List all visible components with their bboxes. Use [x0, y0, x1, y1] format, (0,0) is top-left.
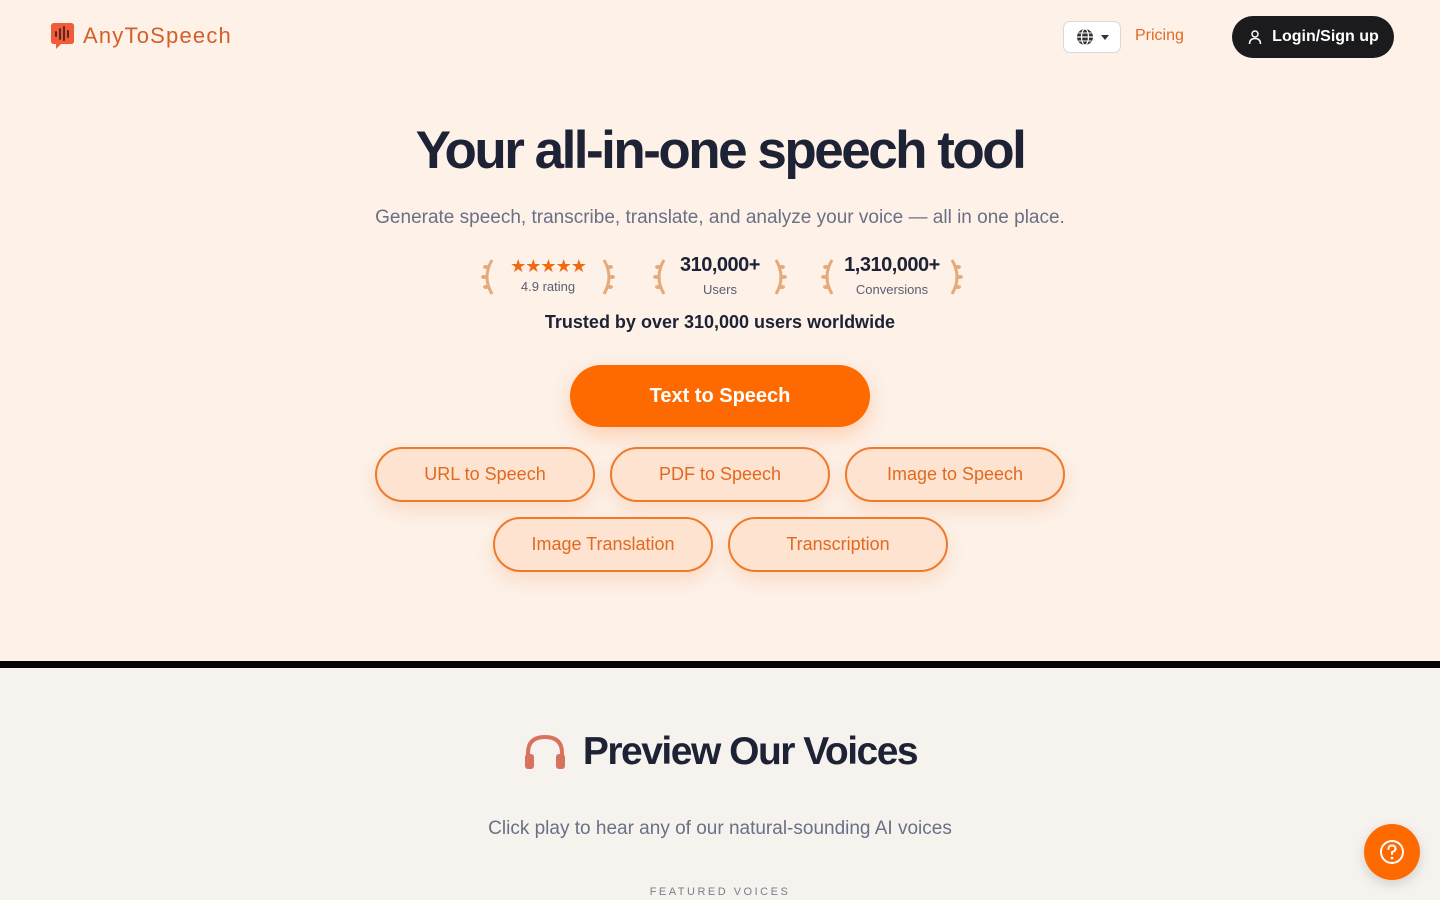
- section-divider: [0, 661, 1440, 668]
- users-stat: 310,000+ Users: [652, 254, 788, 300]
- login-label: Login/Sign up: [1272, 28, 1379, 45]
- voices-heading: Preview Our Voices: [0, 730, 1440, 774]
- pricing-link[interactable]: Pricing: [1135, 27, 1184, 45]
- login-signup-button[interactable]: Login/Sign up: [1232, 16, 1394, 58]
- laurel-icon: [602, 259, 615, 295]
- brand-logo[interactable]: AnyToSpeech: [50, 22, 232, 50]
- chevron-down-icon: [1100, 34, 1109, 40]
- hero-subtitle: Generate speech, transcribe, translate, …: [375, 207, 1065, 228]
- image-translation-button[interactable]: Image Translation: [493, 517, 713, 572]
- featured-voices-label: FEATURED VOICES: [649, 886, 791, 898]
- conversions-label: Conversions: [855, 282, 929, 297]
- globe-icon: [1076, 28, 1093, 46]
- language-selector[interactable]: [1063, 21, 1121, 53]
- transcription-button[interactable]: Transcription: [728, 517, 948, 572]
- rating-label: 4.9 rating: [520, 279, 576, 294]
- laurel-icon: [774, 259, 787, 295]
- users-label: Users: [703, 282, 737, 297]
- rating-stat: ★★★★★ 4.9 rating: [480, 254, 616, 300]
- users-value: 310,000+: [680, 254, 760, 276]
- url-to-speech-button[interactable]: URL to Speech: [375, 447, 595, 502]
- user-icon: [1248, 30, 1262, 45]
- help-icon: [1380, 840, 1404, 864]
- text-to-speech-button[interactable]: Text to Speech: [570, 365, 870, 427]
- voices-title: Preview Our Voices: [582, 730, 919, 773]
- star-icons: ★★★★★: [510, 256, 587, 276]
- hero-title: Your all-in-one speech tool: [415, 121, 1027, 180]
- image-to-speech-button[interactable]: Image to Speech: [845, 447, 1065, 502]
- help-button[interactable]: [1364, 824, 1420, 880]
- logo-icon: [51, 23, 74, 49]
- pdf-to-speech-button[interactable]: PDF to Speech: [610, 447, 830, 502]
- top-navbar: AnyToSpeech Pricing Login/Sign up: [0, 0, 1440, 72]
- trusted-by-text: Trusted by over 310,000 users worldwide: [544, 312, 896, 332]
- laurel-icon: [950, 259, 963, 295]
- conversions-stat: 1,310,000+ Conversions: [820, 254, 964, 300]
- conversions-value: 1,310,000+: [844, 254, 940, 276]
- voices-section: [0, 668, 1440, 900]
- brand-name: AnyToSpeech: [83, 23, 232, 48]
- voices-subtitle: Click play to hear any of our natural-so…: [488, 818, 952, 839]
- rating-stars: ★★★★★ 4.9 rating: [480, 257, 616, 296]
- headphones-icon: [524, 734, 565, 769]
